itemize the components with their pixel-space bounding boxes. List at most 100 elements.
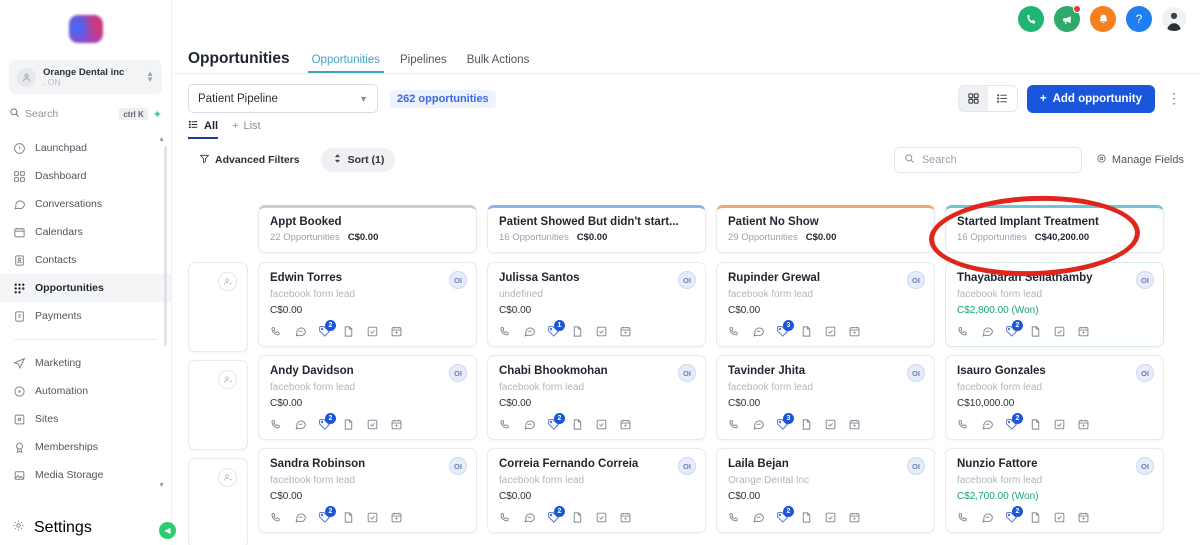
user-avatar[interactable]: [1162, 7, 1186, 31]
tag-icon[interactable]: 2: [1005, 320, 1023, 338]
task-icon[interactable]: [824, 325, 837, 338]
document-icon[interactable]: [342, 418, 355, 431]
opportunity-card[interactable]: Andy Davidson OI facebook form lead C$0.…: [258, 355, 477, 440]
add-opportunity-button[interactable]: + Add opportunity: [1026, 84, 1155, 113]
opportunity-card[interactable]: Rupinder Grewal OI facebook form lead C$…: [716, 262, 935, 347]
app-logo[interactable]: [68, 15, 103, 43]
phone-icon[interactable]: [957, 418, 970, 431]
calendar-icon[interactable]: [848, 418, 861, 431]
task-icon[interactable]: [1053, 511, 1066, 524]
nav-scroll-up-icon[interactable]: ▲: [158, 136, 165, 143]
task-icon[interactable]: [366, 511, 379, 524]
account-switcher[interactable]: Orange Dental inc , ON ▲ ▼: [9, 60, 162, 94]
opportunity-card[interactable]: Edwin Torres OI facebook form lead C$0.0…: [258, 262, 477, 347]
card-placeholder[interactable]: [188, 262, 248, 352]
sort-button[interactable]: Sort (1): [320, 148, 396, 172]
document-icon[interactable]: [800, 511, 813, 524]
column-header[interactable]: Patient No Show 29 Opportunities C$0.00: [716, 205, 935, 253]
task-icon[interactable]: [1053, 418, 1066, 431]
sidebar-item-automation[interactable]: Automation: [0, 377, 171, 405]
chat-icon[interactable]: [294, 325, 307, 338]
column-scrollbar[interactable]: ▲ ▼: [934, 262, 935, 541]
task-icon[interactable]: [366, 418, 379, 431]
chat-icon[interactable]: [294, 418, 307, 431]
sidebar-item-marketing[interactable]: Marketing: [0, 349, 171, 377]
chat-icon[interactable]: [523, 418, 536, 431]
task-icon[interactable]: [595, 418, 608, 431]
sidebar-item-opportunities[interactable]: Opportunities: [0, 274, 171, 302]
card-owner-badge[interactable]: OI: [907, 457, 925, 475]
nav-scroll-down-icon[interactable]: ▼: [158, 482, 165, 489]
chat-icon[interactable]: [752, 511, 765, 524]
chat-icon[interactable]: [523, 325, 536, 338]
phone-icon[interactable]: [728, 511, 741, 524]
tab-pipelines[interactable]: Pipelines: [400, 54, 447, 73]
card-owner-badge[interactable]: OI: [449, 364, 467, 382]
manage-fields-button[interactable]: Manage Fields: [1096, 153, 1184, 167]
column-header[interactable]: Appt Booked 22 Opportunities C$0.00: [258, 205, 477, 253]
card-owner-badge[interactable]: OI: [907, 364, 925, 382]
phone-icon[interactable]: [270, 511, 283, 524]
phone-icon[interactable]: [499, 418, 512, 431]
opportunity-card[interactable]: Nunzio Fattore OI facebook form lead C$2…: [945, 448, 1164, 533]
chat-icon[interactable]: [981, 511, 994, 524]
bell-icon[interactable]: [1090, 6, 1116, 32]
sidebar-item-contacts[interactable]: Contacts: [0, 246, 171, 274]
card-owner-badge[interactable]: OI: [1136, 271, 1154, 289]
tag-icon[interactable]: 2: [1005, 413, 1023, 431]
column-header[interactable]: Started Implant Treatment 16 Opportuniti…: [945, 205, 1164, 253]
opportunity-card[interactable]: Correia Fernando Correia OI facebook for…: [487, 448, 706, 533]
search-input[interactable]: Search: [25, 108, 114, 120]
phone-icon[interactable]: [1018, 6, 1044, 32]
card-owner-badge[interactable]: OI: [678, 457, 696, 475]
column-scrollbar[interactable]: ▲ ▼: [476, 262, 477, 541]
card-placeholder[interactable]: [188, 458, 248, 545]
calendar-icon[interactable]: [390, 325, 403, 338]
document-icon[interactable]: [571, 511, 584, 524]
tag-icon[interactable]: 2: [547, 506, 565, 524]
sidebar-item-launchpad[interactable]: Launchpad: [0, 134, 171, 162]
list-tab-all[interactable]: All: [188, 119, 219, 139]
phone-icon[interactable]: [270, 325, 283, 338]
column-scrollbar[interactable]: ▲ ▼: [705, 262, 706, 541]
task-icon[interactable]: [824, 418, 837, 431]
document-icon[interactable]: [571, 418, 584, 431]
column-scrollbar[interactable]: ▲ ▼: [1163, 262, 1164, 541]
document-icon[interactable]: [1029, 418, 1042, 431]
document-icon[interactable]: [571, 325, 584, 338]
megaphone-icon[interactable]: [1054, 5, 1081, 32]
sidebar-item-conversations[interactable]: Conversations: [0, 190, 171, 218]
phone-icon[interactable]: [270, 418, 283, 431]
opportunity-card[interactable]: Tavinder Jhita OI facebook form lead C$0…: [716, 355, 935, 440]
document-icon[interactable]: [342, 325, 355, 338]
collapse-sidebar-button[interactable]: ◀: [159, 522, 176, 539]
document-icon[interactable]: [800, 418, 813, 431]
opportunity-card[interactable]: Julissa Santos OI undefined C$0.00 1: [487, 262, 706, 347]
column-scrollbar[interactable]: ▲ ▼: [247, 262, 248, 541]
calendar-icon[interactable]: [1077, 511, 1090, 524]
chat-icon[interactable]: [752, 325, 765, 338]
tag-icon[interactable]: 3: [776, 320, 794, 338]
sidebar-scrollbar[interactable]: [164, 146, 167, 346]
task-icon[interactable]: [824, 511, 837, 524]
calendar-icon[interactable]: [848, 511, 861, 524]
card-owner-badge[interactable]: OI: [1136, 457, 1154, 475]
calendar-icon[interactable]: [619, 511, 632, 524]
document-icon[interactable]: [1029, 511, 1042, 524]
tag-icon[interactable]: 1: [547, 320, 565, 338]
card-owner-badge[interactable]: OI: [1136, 364, 1154, 382]
phone-icon[interactable]: [957, 511, 970, 524]
opportunity-card[interactable]: Chabi Bhookmohan OI facebook form lead C…: [487, 355, 706, 440]
opportunity-card[interactable]: Laila Bejan OI Orange Dental Inc C$0.00 …: [716, 448, 935, 533]
calendar-icon[interactable]: [1077, 418, 1090, 431]
task-icon[interactable]: [1053, 325, 1066, 338]
chat-icon[interactable]: [981, 325, 994, 338]
sidebar-item-memberships[interactable]: Memberships: [0, 433, 171, 461]
chat-icon[interactable]: [294, 511, 307, 524]
calendar-icon[interactable]: [848, 325, 861, 338]
document-icon[interactable]: [1029, 325, 1042, 338]
tag-icon[interactable]: 2: [318, 413, 336, 431]
phone-icon[interactable]: [957, 325, 970, 338]
sidebar-search[interactable]: Search ctrl K ✦: [9, 103, 162, 125]
chat-icon[interactable]: [523, 511, 536, 524]
